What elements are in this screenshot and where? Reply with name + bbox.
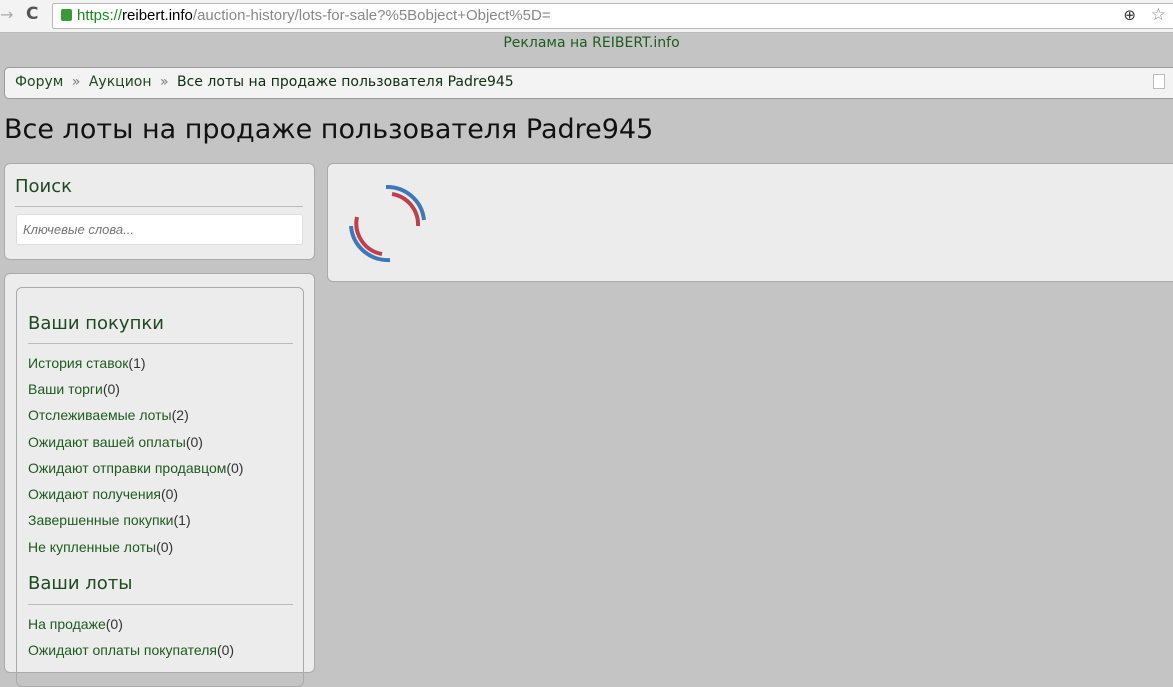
menu-item-on-sale[interactable]: На продаже(0) (28, 616, 123, 632)
page-icon[interactable] (1153, 74, 1165, 89)
menu-item-awaiting-buyer-payment[interactable]: Ожидают оплаты покупателя(0) (28, 642, 234, 658)
reload-icon[interactable]: C (26, 4, 38, 24)
lots-heading: Ваши лоты (28, 573, 133, 594)
ad-link[interactable]: Реклама на REIBERT.info (0, 33, 1173, 53)
breadcrumb-separator: » (159, 74, 169, 90)
search-title: Поиск (15, 176, 73, 197)
menu-item-awaiting-payment[interactable]: Ожидают вашей оплаты(0) (28, 434, 203, 450)
breadcrumb-separator: » (71, 74, 81, 90)
forward-icon[interactable]: → (0, 5, 13, 24)
url-host: reibert.info (122, 7, 193, 24)
lock-icon (61, 9, 72, 21)
zoom-icon[interactable]: ⊕ (1123, 6, 1136, 24)
search-input[interactable] (16, 214, 303, 245)
url-scheme: https:// (77, 7, 123, 24)
url-path: /auction-history/lots-for-sale?%5Bobject… (192, 7, 551, 24)
menu-item-completed[interactable]: Завершенные покупки(1) (28, 512, 191, 528)
divider (15, 206, 303, 207)
menu-item-watched-lots[interactable]: Отслеживаемые лоты(2) (28, 407, 189, 423)
content-panel (327, 163, 1173, 282)
breadcrumb-current: Все лоты на продаже пользователя Padre94… (177, 74, 514, 90)
menu-item-bid-history[interactable]: История ставок(1) (28, 355, 146, 371)
loading-spinner-icon (349, 184, 426, 263)
menu-item-not-bought[interactable]: Не купленные лоты(0) (28, 539, 173, 555)
search-panel: Поиск (4, 163, 315, 260)
browser-toolbar: → C https://reibert.info/auction-history… (0, 0, 1173, 33)
auction-menu-panel: Ваши покупки История ставок(1) Ваши торг… (4, 273, 315, 687)
divider (28, 604, 293, 605)
menu-item-awaiting-receipt[interactable]: Ожидают получения(0) (28, 486, 178, 502)
divider (28, 343, 293, 344)
menu-item-awaiting-shipment[interactable]: Ожидают отправки продавцом(0) (28, 460, 243, 476)
auction-menu: Ваши покупки История ставок(1) Ваши торг… (16, 287, 304, 687)
address-bar[interactable]: https://reibert.info/auction-history/lot… (52, 3, 1173, 29)
purchases-heading: Ваши покупки (28, 313, 164, 334)
menu-item-your-bids[interactable]: Ваши торги(0) (28, 381, 120, 397)
page-title: Все лоты на продаже пользователя Padre94… (4, 114, 654, 145)
breadcrumb: Форум » Аукцион » Все лоты на продаже по… (4, 67, 1173, 99)
breadcrumb-forum[interactable]: Форум (15, 74, 63, 90)
bookmark-star-icon[interactable]: ☆ (1151, 5, 1166, 25)
breadcrumb-auction[interactable]: Аукцион (89, 74, 152, 90)
